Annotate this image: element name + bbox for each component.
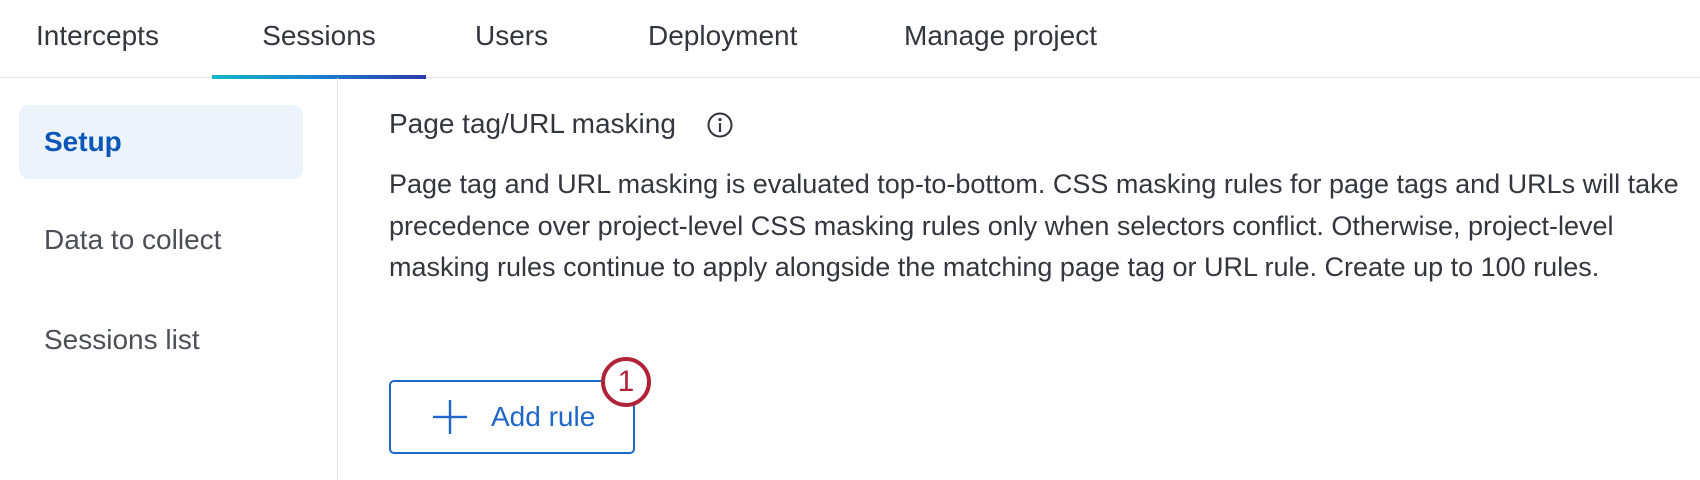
sidebar-item-sessions-list[interactable]: Sessions list <box>19 303 303 377</box>
tab-sessions[interactable]: Sessions <box>212 0 426 79</box>
top-navigation: Intercepts Sessions Users Deployment Man… <box>0 0 1700 79</box>
plus-icon <box>433 400 467 434</box>
section-description: Page tag and URL masking is evaluated to… <box>389 169 1679 282</box>
add-rule-button[interactable]: Add rule <box>389 380 635 454</box>
sidebar-item-label: Setup <box>44 126 122 157</box>
tab-deployment[interactable]: Deployment <box>648 0 797 78</box>
tab-label: Intercepts <box>36 20 159 51</box>
tab-label: Users <box>475 20 549 51</box>
sidebar: Setup Data to collect Sessions list <box>0 78 338 480</box>
info-icon[interactable] <box>706 110 734 138</box>
section-title: Page tag/URL masking <box>389 108 676 139</box>
step-number-badge: 1 <box>601 357 651 407</box>
tab-intercepts[interactable]: Intercepts <box>36 0 159 78</box>
tab-users[interactable]: Users <box>475 0 548 78</box>
tab-manage-project[interactable]: Manage project <box>904 0 1097 78</box>
sidebar-item-label: Sessions list <box>44 324 200 355</box>
sidebar-item-data-to-collect[interactable]: Data to collect <box>19 203 303 277</box>
sidebar-item-setup[interactable]: Setup <box>19 105 303 179</box>
add-rule-label: Add rule <box>491 401 596 432</box>
tab-label: Sessions <box>262 20 376 51</box>
tab-label: Deployment <box>648 20 798 51</box>
section-heading: Page tag/URL masking <box>389 104 734 144</box>
tab-label: Manage project <box>904 20 1098 51</box>
sidebar-item-label: Data to collect <box>44 224 222 255</box>
